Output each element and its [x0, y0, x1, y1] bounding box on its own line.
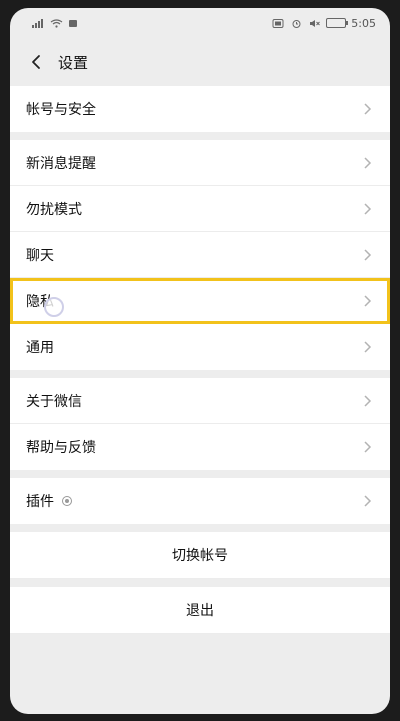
wifi-icon	[50, 18, 63, 28]
logout-group: 退出	[10, 587, 390, 634]
settings-group-main: 新消息提醒 勿扰模式 聊天 隐私 通用	[10, 140, 390, 370]
logout-button[interactable]: 退出	[10, 587, 390, 634]
row-plugins[interactable]: 插件	[10, 478, 390, 524]
settings-group-about: 关于微信 帮助与反馈	[10, 378, 390, 470]
status-right: 5:05	[272, 17, 376, 30]
row-chat[interactable]: 聊天	[10, 232, 390, 278]
status-time: 5:05	[351, 16, 376, 30]
chevron-right-icon	[364, 441, 372, 453]
row-help-feedback[interactable]: 帮助与反馈	[10, 424, 390, 470]
row-label: 新消息提醒	[26, 155, 96, 172]
navigation-bar: 设置	[10, 38, 390, 86]
row-label: 关于微信	[26, 393, 82, 410]
plugin-icon	[62, 496, 72, 506]
row-label: 勿扰模式	[26, 201, 82, 218]
chevron-right-icon	[364, 394, 372, 407]
switch-account-group: 切换帐号	[10, 532, 390, 579]
row-privacy[interactable]: 隐私	[10, 278, 390, 324]
touch-indicator	[44, 297, 64, 317]
settings-group-plugins: 插件	[10, 478, 390, 524]
chevron-right-icon	[364, 156, 372, 169]
row-account-security[interactable]: 帐号与安全	[10, 86, 390, 132]
page-title: 设置	[58, 53, 89, 72]
alarm-icon	[292, 19, 301, 28]
phone-screen: 5:05 设置 帐号与安全 新消息提醒 勿扰模式 聊天 隐私 通用 关于微信 帮…	[10, 8, 390, 714]
signal-icon	[32, 18, 43, 28]
settings-group-account: 帐号与安全	[10, 86, 390, 132]
plugin-label-wrap: 插件	[26, 491, 72, 511]
row-general[interactable]: 通用	[10, 324, 390, 370]
row-label: 插件	[26, 494, 54, 510]
row-about-wechat[interactable]: 关于微信	[10, 378, 390, 424]
chevron-right-icon	[364, 248, 372, 261]
chevron-right-icon	[364, 341, 372, 353]
back-button[interactable]	[24, 50, 48, 74]
battery-icon	[326, 18, 349, 28]
row-label: 帐号与安全	[26, 102, 96, 118]
mute-icon	[310, 19, 321, 27]
chevron-right-icon	[364, 495, 372, 507]
nfc-icon	[272, 18, 284, 28]
chevron-right-icon	[364, 103, 372, 115]
row-label: 通用	[26, 340, 54, 356]
row-do-not-disturb[interactable]: 勿扰模式	[10, 186, 390, 232]
row-label: 聊天	[26, 247, 54, 264]
status-bar: 5:05	[10, 8, 390, 38]
switch-account-button[interactable]: 切换帐号	[10, 532, 390, 579]
row-label: 帮助与反馈	[26, 440, 96, 456]
row-new-message-notify[interactable]: 新消息提醒	[10, 140, 390, 186]
notification-icon	[69, 19, 77, 27]
chevron-right-icon	[364, 202, 372, 215]
status-left	[32, 18, 81, 28]
chevron-left-icon	[32, 55, 40, 69]
chevron-right-icon	[364, 294, 372, 307]
